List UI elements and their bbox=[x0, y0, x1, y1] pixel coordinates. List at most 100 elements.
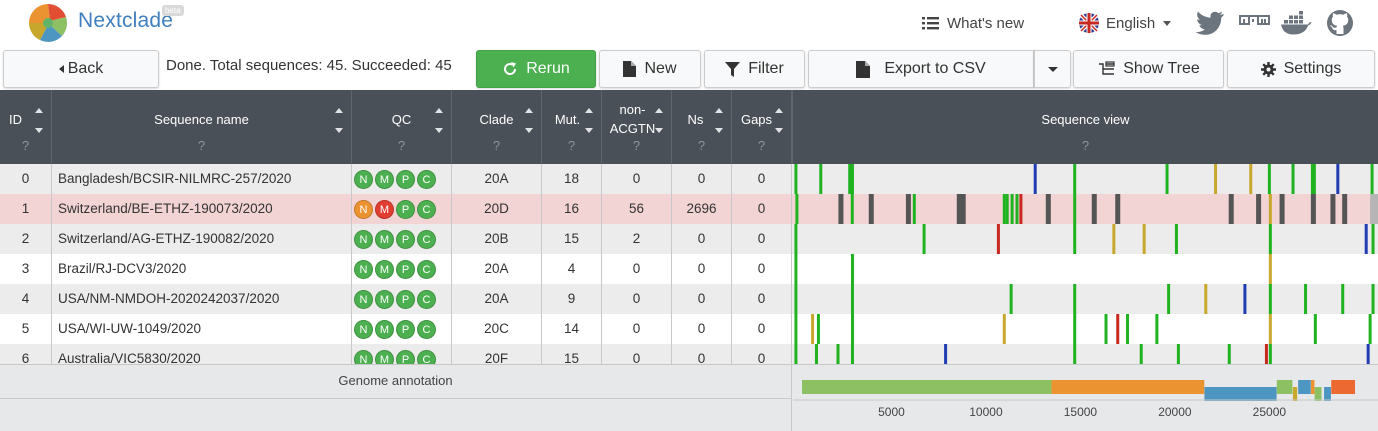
sort-asc-icon[interactable] bbox=[775, 108, 783, 113]
sequence-view-cell[interactable] bbox=[793, 344, 1378, 364]
qc-badge-p[interactable]: P bbox=[396, 169, 415, 189]
mutation-mark[interactable] bbox=[1165, 164, 1169, 194]
twitter-icon[interactable] bbox=[1194, 11, 1224, 35]
mutation-mark[interactable] bbox=[1310, 194, 1316, 224]
mutation-mark[interactable] bbox=[850, 284, 854, 314]
column-header-mutations[interactable]: Mut. ? bbox=[542, 90, 602, 164]
settings-button[interactable]: Settings bbox=[1227, 50, 1375, 88]
mutation-mark[interactable] bbox=[1073, 314, 1077, 344]
filter-button[interactable]: Filter bbox=[704, 50, 805, 88]
column-header-name[interactable]: Sequence name ? bbox=[52, 90, 352, 164]
missing-region-mark[interactable] bbox=[1370, 194, 1378, 224]
mutation-mark[interactable] bbox=[1115, 194, 1121, 224]
new-button[interactable]: New bbox=[599, 50, 701, 88]
mutation-mark[interactable] bbox=[1214, 164, 1218, 194]
mutation-mark[interactable] bbox=[850, 314, 854, 344]
mutation-mark[interactable] bbox=[1005, 194, 1009, 224]
mutation-mark[interactable] bbox=[1268, 284, 1272, 314]
qc-badge-n[interactable]: N bbox=[354, 169, 373, 189]
column-header-ns[interactable]: Ns ? bbox=[672, 90, 732, 164]
mutation-mark[interactable] bbox=[1142, 224, 1146, 254]
mutation-mark[interactable] bbox=[912, 194, 916, 224]
qc-badge-n[interactable]: N bbox=[354, 319, 373, 339]
mutation-mark[interactable] bbox=[816, 314, 820, 344]
qc-badge-c[interactable]: C bbox=[417, 289, 436, 309]
mutation-mark[interactable] bbox=[1073, 194, 1077, 224]
sequence-view-cell[interactable] bbox=[793, 254, 1378, 284]
mutation-mark[interactable] bbox=[1091, 194, 1097, 224]
qc-badge-m[interactable]: M bbox=[375, 169, 394, 189]
gene-block[interactable] bbox=[1292, 387, 1298, 401]
mutation-mark[interactable] bbox=[1312, 164, 1316, 194]
sort-asc-icon[interactable] bbox=[585, 108, 593, 113]
npm-icon[interactable] bbox=[1239, 15, 1270, 28]
mutation-mark[interactable] bbox=[1155, 314, 1159, 344]
mutation-mark[interactable] bbox=[1291, 164, 1295, 194]
mutation-mark[interactable] bbox=[1268, 344, 1272, 364]
mutation-mark[interactable] bbox=[1268, 194, 1272, 224]
qc-badge-c[interactable]: C bbox=[417, 229, 436, 249]
mutation-mark[interactable] bbox=[1073, 344, 1077, 364]
table-row[interactable]: 0 Bangladesh/BCSIR-NILMRC-257/2020 N M P C 20A… bbox=[0, 164, 1378, 194]
gene-block[interactable] bbox=[1314, 387, 1322, 401]
table-row[interactable]: 1 Switzerland/BE-ETHZ-190073/2020 N M P C 20D 1… bbox=[0, 194, 1378, 224]
mutation-mark[interactable] bbox=[1264, 344, 1268, 364]
mutation-mark[interactable] bbox=[1073, 164, 1077, 194]
mutation-mark[interactable] bbox=[1279, 194, 1285, 224]
docker-icon[interactable] bbox=[1280, 11, 1312, 35]
rerun-button[interactable]: Rerun bbox=[476, 50, 596, 88]
mutation-mark[interactable] bbox=[1174, 224, 1178, 254]
mutation-mark[interactable] bbox=[848, 164, 852, 194]
mutation-mark[interactable] bbox=[1330, 194, 1336, 224]
sort-desc-icon[interactable] bbox=[775, 128, 783, 133]
mutation-mark[interactable] bbox=[868, 194, 874, 224]
qc-badge-c[interactable]: C bbox=[417, 259, 436, 279]
gene-block[interactable] bbox=[1204, 387, 1277, 401]
column-seqview-help-icon[interactable]: ? bbox=[793, 138, 1378, 153]
qc-badge-p[interactable]: P bbox=[396, 199, 415, 219]
table-row[interactable]: 3 Brazil/RJ-DCV3/2020 N M P C 20A 4 0 0 0 bbox=[0, 254, 1378, 284]
column-ns-help-icon[interactable]: ? bbox=[672, 138, 731, 153]
mutation-mark[interactable] bbox=[996, 224, 1000, 254]
qc-badge-n[interactable]: N bbox=[354, 199, 373, 219]
mutation-mark[interactable] bbox=[1304, 284, 1308, 314]
qc-badge-p[interactable]: P bbox=[396, 259, 415, 279]
column-header-gaps[interactable]: Gaps ? bbox=[732, 90, 792, 164]
qc-badge-m[interactable]: M bbox=[375, 289, 394, 309]
gene-block[interactable] bbox=[1324, 387, 1331, 401]
table-row[interactable]: 2 Switzerland/AG-ETHZ-190082/2020 N M P C 20B 1… bbox=[0, 224, 1378, 254]
qc-badge-p[interactable]: P bbox=[396, 319, 415, 339]
language-dropdown[interactable]: English bbox=[1078, 0, 1172, 46]
sort-asc-icon[interactable] bbox=[525, 108, 533, 113]
mutation-mark[interactable] bbox=[1126, 314, 1130, 344]
mutation-mark[interactable] bbox=[1268, 314, 1272, 344]
mutation-mark[interactable] bbox=[794, 284, 798, 314]
gene-block[interactable] bbox=[1310, 380, 1315, 394]
mutation-mark[interactable] bbox=[1010, 194, 1014, 224]
mutation-mark[interactable] bbox=[1268, 224, 1272, 254]
mutation-mark[interactable] bbox=[819, 164, 823, 194]
mutation-mark[interactable] bbox=[811, 314, 815, 344]
mutation-mark[interactable] bbox=[1116, 314, 1120, 344]
mutation-mark[interactable] bbox=[1167, 284, 1171, 314]
mutation-mark[interactable] bbox=[1045, 194, 1051, 224]
column-nonacgtn-help-icon[interactable]: ? bbox=[602, 138, 671, 153]
table-row[interactable]: 6 Australia/VIC5830/2020 N M P C 20F 15 0 0 0 bbox=[0, 344, 1378, 364]
mutation-mark[interactable] bbox=[794, 314, 798, 344]
qc-badge-p[interactable]: P bbox=[396, 289, 415, 309]
back-button[interactable]: Back bbox=[3, 50, 159, 88]
mutation-mark[interactable] bbox=[1002, 194, 1006, 224]
mutation-mark[interactable] bbox=[1019, 194, 1023, 224]
sequence-view-cell[interactable] bbox=[793, 194, 1378, 224]
mutation-mark[interactable] bbox=[836, 344, 840, 364]
mutation-mark[interactable] bbox=[1256, 194, 1262, 224]
qc-badge-c[interactable]: C bbox=[417, 199, 436, 219]
mutation-mark[interactable] bbox=[1176, 344, 1180, 364]
mutation-mark[interactable] bbox=[1073, 284, 1077, 314]
mutation-mark[interactable] bbox=[1243, 284, 1247, 314]
mutation-mark[interactable] bbox=[814, 344, 818, 364]
mutation-mark[interactable] bbox=[1033, 164, 1037, 194]
sort-desc-icon[interactable] bbox=[715, 128, 723, 133]
column-gaps-help-icon[interactable]: ? bbox=[732, 138, 791, 153]
mutation-mark[interactable] bbox=[794, 164, 798, 194]
